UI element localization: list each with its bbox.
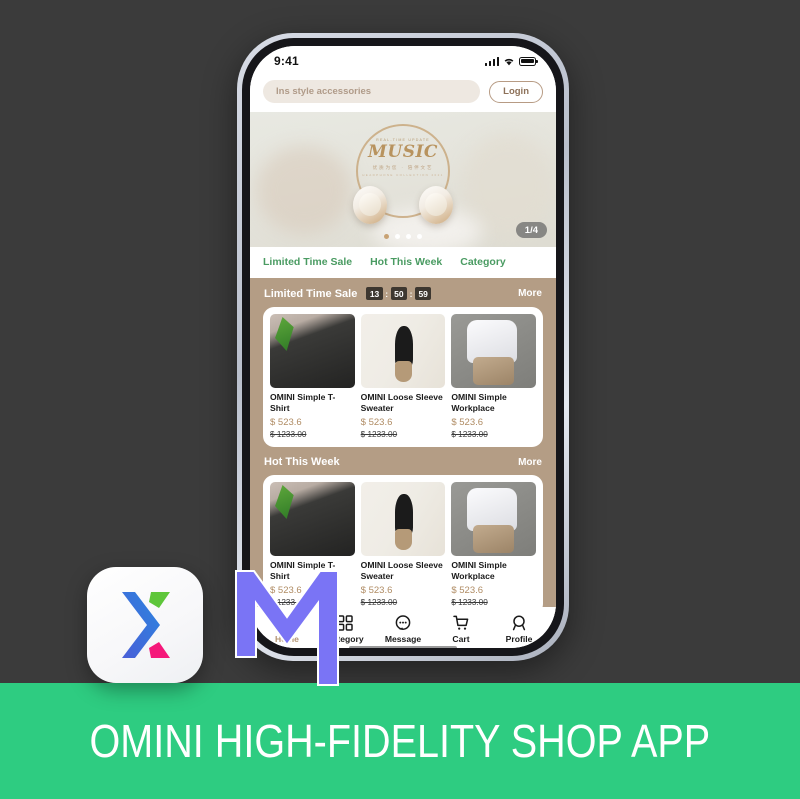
carousel-bg-blob	[256, 146, 352, 234]
section-title: Hot This Week	[264, 456, 340, 468]
countdown-hours: 13	[366, 287, 383, 300]
countdown-timer: 13 : 50 : 59	[366, 287, 432, 300]
search-row: Login	[250, 74, 556, 112]
product-name: OMINI Simple Workplace	[451, 560, 507, 581]
status-time: 9:41	[274, 54, 299, 68]
carousel-dot[interactable]	[417, 234, 422, 239]
carousel-subtitle-secondary: HEADPHONE COLLECTION 2021	[362, 173, 444, 177]
countdown-seconds: 59	[414, 287, 432, 300]
signal-bars-icon	[484, 56, 499, 66]
product-image	[451, 314, 537, 388]
product-original-price: $ 1233.00	[451, 430, 488, 439]
m-letter-logo	[232, 567, 342, 689]
headphone-earcup-right	[419, 186, 453, 224]
carousel-page-badge: 1/4	[515, 222, 547, 238]
hero-carousel[interactable]: REAL-TIME UPDATE MUSIC 优质为您 · 陪伴文艺 HEADP…	[250, 112, 556, 247]
bottom-green-banner: OMINI HIGH-FIDELITY SHOP APP	[0, 683, 800, 799]
product-name: OMINI Simple Workplace	[451, 392, 507, 413]
product-original-price: $ 1233.00	[451, 598, 488, 607]
tab-category[interactable]: Category	[460, 256, 506, 268]
product-price: $ 523.6	[360, 417, 393, 428]
phone-bezel: 9:41 Login REAL-	[242, 38, 564, 656]
profile-icon	[511, 614, 528, 631]
product-image	[360, 482, 446, 556]
battery-icon	[519, 56, 538, 66]
carousel-dots[interactable]	[384, 234, 422, 239]
nav-label: Message	[384, 634, 422, 644]
product-name: OMINI Loose Sleeve Sweater	[360, 392, 443, 413]
banner-title: OMINI HIGH-FIDELITY SHOP APP	[89, 715, 711, 767]
product-original-price: $ 1233.00	[270, 430, 307, 439]
tab-limited-time-sale[interactable]: Limited Time Sale	[263, 256, 352, 268]
carousel-dot[interactable]	[406, 234, 411, 239]
product-price: $ 523.6	[451, 585, 484, 596]
headphone-earcup-left	[353, 186, 387, 224]
nav-item-cart[interactable]: Cart	[432, 614, 490, 644]
carousel-dot[interactable]	[395, 234, 400, 239]
countdown-separator: :	[385, 288, 389, 299]
product-price: $ 523.6	[451, 417, 484, 428]
nav-item-profile[interactable]: Profile	[490, 614, 548, 644]
product-price: $ 523.6	[270, 417, 302, 428]
product-original-price: $ 1233.00	[360, 598, 398, 607]
product-card-list-limited-time-sale: OMINI Simple T-Shirt $ 523.6 $ 1233.00 O…	[263, 307, 543, 447]
section-header-limited-time-sale: Limited Time Sale 13 : 50 : 59 More	[250, 278, 556, 307]
carousel-subtitle: 优质为您 · 陪伴文艺	[372, 165, 434, 170]
more-link-limited-time-sale[interactable]: More	[518, 288, 542, 299]
product-item[interactable]: OMINI Loose Sleeve Sweater $ 523.6 $ 123…	[360, 482, 446, 607]
product-image	[360, 314, 446, 388]
product-image	[270, 482, 355, 556]
section-header-hot-this-week: Hot This Week More	[250, 447, 556, 475]
search-input[interactable]	[263, 80, 481, 103]
login-button[interactable]: Login	[489, 80, 543, 103]
product-price: $ 523.6	[360, 585, 393, 596]
carousel-caption: REAL-TIME UPDATE MUSIC 优质为您 · 陪伴文艺 HEADP…	[353, 138, 453, 177]
omini-app-icon	[87, 567, 203, 683]
phone-screen: 9:41 Login REAL-	[250, 46, 556, 648]
home-indicator	[349, 646, 457, 648]
product-name: OMINI Simple T-Shirt	[270, 392, 336, 413]
product-item[interactable]: OMINI Simple T-Shirt $ 523.6 $ 1233.00	[270, 314, 355, 439]
product-image	[270, 314, 355, 388]
countdown-separator: :	[409, 288, 413, 299]
product-image	[451, 482, 537, 556]
status-bar: 9:41	[250, 46, 556, 74]
nav-label: Profile	[505, 634, 533, 644]
product-name: OMINI Loose Sleeve Sweater	[360, 560, 443, 581]
carousel-dot[interactable]	[384, 234, 389, 239]
nav-item-message[interactable]: Message	[374, 614, 432, 644]
product-item[interactable]: OMINI Loose Sleeve Sweater $ 523.6 $ 123…	[360, 314, 446, 439]
wifi-icon	[503, 57, 515, 66]
message-icon	[395, 614, 412, 631]
product-item[interactable]: OMINI Simple Workplace $ 523.6 $ 1233.00	[451, 482, 537, 607]
section-title: Limited Time Sale	[264, 287, 358, 300]
category-tabs: Limited Time Sale Hot This Week Category	[250, 247, 556, 278]
more-link-hot-this-week[interactable]: More	[518, 457, 542, 468]
product-item[interactable]: OMINI Simple Workplace $ 523.6 $ 1233.00	[451, 314, 537, 439]
tab-hot-this-week[interactable]: Hot This Week	[370, 256, 442, 268]
carousel-headline: MUSIC	[368, 142, 438, 162]
countdown-minutes: 50	[390, 287, 408, 300]
x-logo-icon	[122, 592, 170, 658]
cart-icon	[453, 614, 470, 631]
product-original-price: $ 1233.00	[360, 430, 398, 439]
status-icons	[484, 56, 538, 66]
nav-label: Cart	[452, 634, 470, 644]
